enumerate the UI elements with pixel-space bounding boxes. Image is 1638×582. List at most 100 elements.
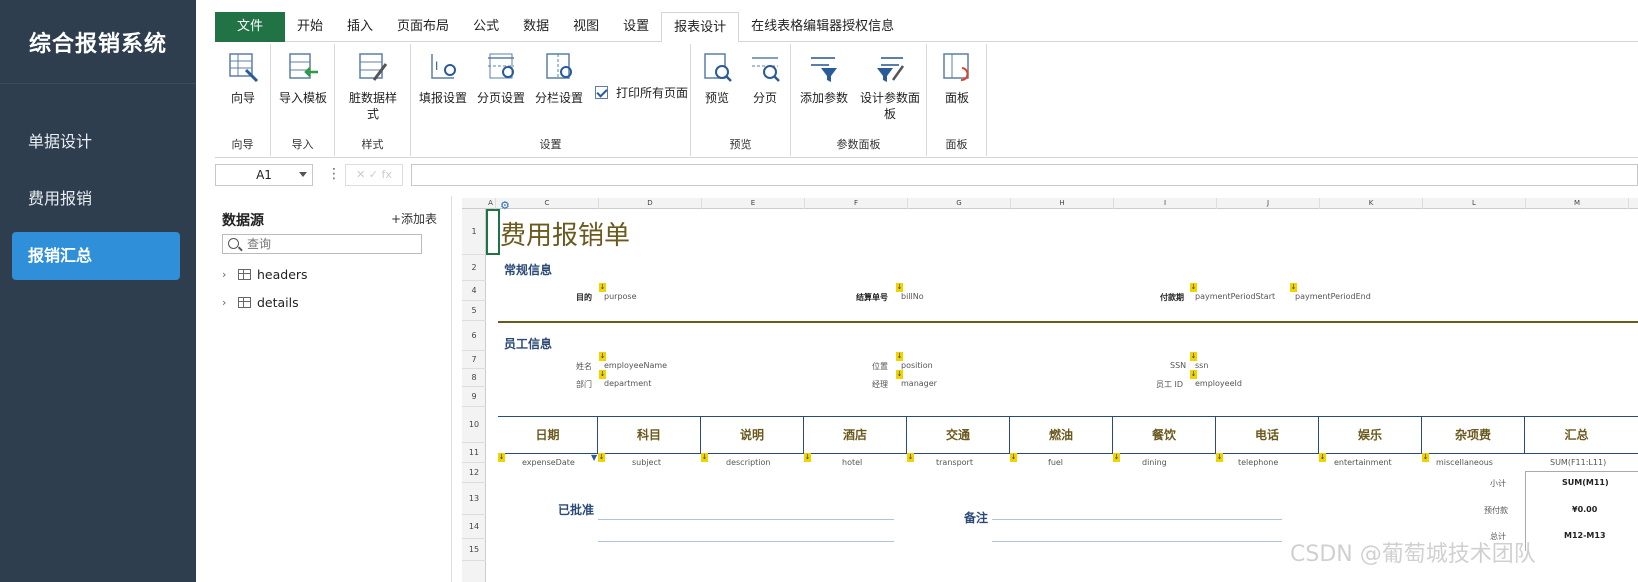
tab-page-layout[interactable]: 页面布局 <box>385 12 461 42</box>
paging-icon <box>748 50 782 84</box>
tab-view[interactable]: 视图 <box>561 12 611 42</box>
filter-icon[interactable]: ▼ <box>591 453 597 462</box>
sidebar-item-summary[interactable]: 报销汇总 <box>12 232 180 280</box>
field-binding: billNo <box>901 292 924 301</box>
cell-name-box[interactable]: A1 <box>215 164 313 186</box>
row-header[interactable]: 13 <box>462 483 486 515</box>
row-header[interactable]: 12 <box>462 463 486 483</box>
datasource-search-input[interactable] <box>222 234 422 254</box>
row-header[interactable]: 4 <box>462 281 486 301</box>
field-binding: paymentPeriodEnd <box>1295 292 1371 301</box>
field-label: SSN <box>1170 361 1187 370</box>
remarks-line <box>992 541 1282 542</box>
tab-home[interactable]: 开始 <box>285 12 335 42</box>
col-header[interactable]: H <box>1011 198 1114 209</box>
svg-text:I: I <box>435 59 438 73</box>
col-header[interactable]: M <box>1526 198 1629 209</box>
tab-insert[interactable]: 插入 <box>335 12 385 42</box>
datasource-panel: 数据源 +添加表 ›headers ›details <box>212 196 452 582</box>
remarks-line <box>992 519 1282 520</box>
col-header[interactable]: L <box>1423 198 1526 209</box>
import-icon <box>286 50 320 84</box>
add-param-button[interactable]: 添加参数 <box>795 50 853 106</box>
row-header[interactable]: 7 <box>462 351 486 369</box>
row-header[interactable]: 6 <box>462 321 486 351</box>
field-label: 结算单号 <box>856 293 888 302</box>
summary-value: M12-M13 <box>1564 531 1606 540</box>
row-header[interactable]: 5 <box>462 301 486 321</box>
preview-icon <box>700 50 734 84</box>
section-divider <box>498 321 1638 323</box>
tab-license-info[interactable]: 在线表格编辑器授权信息 <box>739 12 906 42</box>
print-all-pages-checkbox[interactable]: 打印所有页面 <box>595 84 688 101</box>
col-header[interactable]: J <box>1217 198 1320 209</box>
expand-arrow-icon: ↓ <box>599 352 606 361</box>
paging-button[interactable]: 分页 <box>743 50 787 106</box>
detail-field: transport <box>936 458 973 467</box>
spreadsheet[interactable]: A C D E F G H I J K L M 1 2 4 5 6 7 8 9 … <box>462 198 1638 582</box>
column-settings-button[interactable]: 分栏设置 <box>531 50 587 106</box>
row-header[interactable]: 8 <box>462 369 486 387</box>
table-header: 科目 <box>598 417 701 453</box>
expand-arrow-icon: ↓ <box>896 352 903 361</box>
row-header[interactable]: 14 <box>462 515 486 539</box>
panel-button[interactable]: 面板 <box>935 50 979 106</box>
ribbon: 文件 开始 插入 页面布局 公式 数据 视图 设置 报表设计 在线表格编辑器授权… <box>215 0 1638 160</box>
tab-file[interactable]: 文件 <box>215 12 286 42</box>
sheet-grid[interactable]: ⚙ 费用报销单 常规信息 目的 ↓ purpose 结算单号 ↓ billNo … <box>486 199 1638 582</box>
sidebar-item-expense[interactable]: 费用报销 <box>12 175 180 223</box>
fill-settings-button[interactable]: I 填报设置 <box>415 50 471 106</box>
tree-item-details[interactable]: › details <box>222 292 299 312</box>
tab-settings[interactable]: 设置 <box>611 12 661 42</box>
row-header[interactable]: 1 <box>462 209 486 255</box>
col-header[interactable]: E <box>702 198 805 209</box>
expand-arrow-icon: ↓ <box>1216 453 1223 462</box>
row-header[interactable]: 10 <box>462 407 486 443</box>
selected-cell[interactable] <box>486 209 500 255</box>
wizard-button[interactable]: 向导 <box>223 50 263 106</box>
col-header[interactable]: K <box>1320 198 1423 209</box>
tab-report-design[interactable]: 报表设计 <box>661 12 740 43</box>
more-icon[interactable]: ⋮ <box>327 166 341 182</box>
expand-arrow-icon: ↓ <box>1113 453 1120 462</box>
add-table-button[interactable]: +添加表 <box>391 210 437 227</box>
col-header[interactable]: I <box>1114 198 1217 209</box>
paging-settings-button[interactable]: 分页设置 <box>473 50 529 106</box>
detail-field: miscellaneous <box>1436 458 1493 467</box>
design-param-panel-button[interactable]: 设计参数面板 <box>857 50 923 122</box>
expand-arrow-icon: ↓ <box>1319 453 1326 462</box>
chevron-right-icon: › <box>222 267 227 281</box>
tab-formula[interactable]: 公式 <box>461 12 511 42</box>
tree-item-headers[interactable]: › headers <box>222 264 308 284</box>
gear-icon[interactable]: ⚙ <box>500 199 510 212</box>
row-header[interactable]: 2 <box>462 255 486 281</box>
ribbon-groups: 向导 向导 导入模板 导入 脏数据样式 样式 I 填报设置 分页设置 分栏设置 … <box>215 42 1638 158</box>
col-header[interactable]: A <box>486 198 496 209</box>
col-header[interactable]: C <box>496 198 599 209</box>
formula-input[interactable] <box>411 164 1638 186</box>
row-header[interactable]: 15 <box>462 539 486 561</box>
col-header[interactable]: D <box>599 198 702 209</box>
import-template-button[interactable]: 导入模板 <box>273 50 333 106</box>
row-header[interactable]: 11 <box>462 443 486 463</box>
field-binding: employeeId <box>1195 379 1242 388</box>
section-general: 常规信息 <box>504 263 553 277</box>
col-header[interactable]: G <box>908 198 1011 209</box>
formula-actions: ✕ ✓ fx <box>345 164 403 186</box>
detail-field: description <box>726 458 771 467</box>
col-header[interactable]: F <box>805 198 908 209</box>
preview-button[interactable]: 预览 <box>695 50 739 106</box>
sidebar-item-bill-design[interactable]: 单据设计 <box>12 118 180 166</box>
tab-data[interactable]: 数据 <box>511 12 561 42</box>
dirty-style-button[interactable]: 脏数据样式 <box>341 50 405 122</box>
row-header[interactable]: 9 <box>462 387 486 407</box>
detail-field: dining <box>1142 458 1167 467</box>
detail-field: SUM(F11:L11) <box>1550 458 1607 467</box>
table-header: 燃油 <box>1010 417 1113 453</box>
add-param-icon <box>807 50 841 84</box>
expand-arrow-icon: ↓ <box>1422 453 1429 462</box>
ribbon-tabs: 文件 开始 插入 页面布局 公式 数据 视图 设置 报表设计 在线表格编辑器授权… <box>215 12 1638 43</box>
table-header: 汇总 <box>1564 428 1589 442</box>
field-label: 经理 <box>872 380 888 389</box>
fill-settings-icon: I <box>426 50 460 84</box>
